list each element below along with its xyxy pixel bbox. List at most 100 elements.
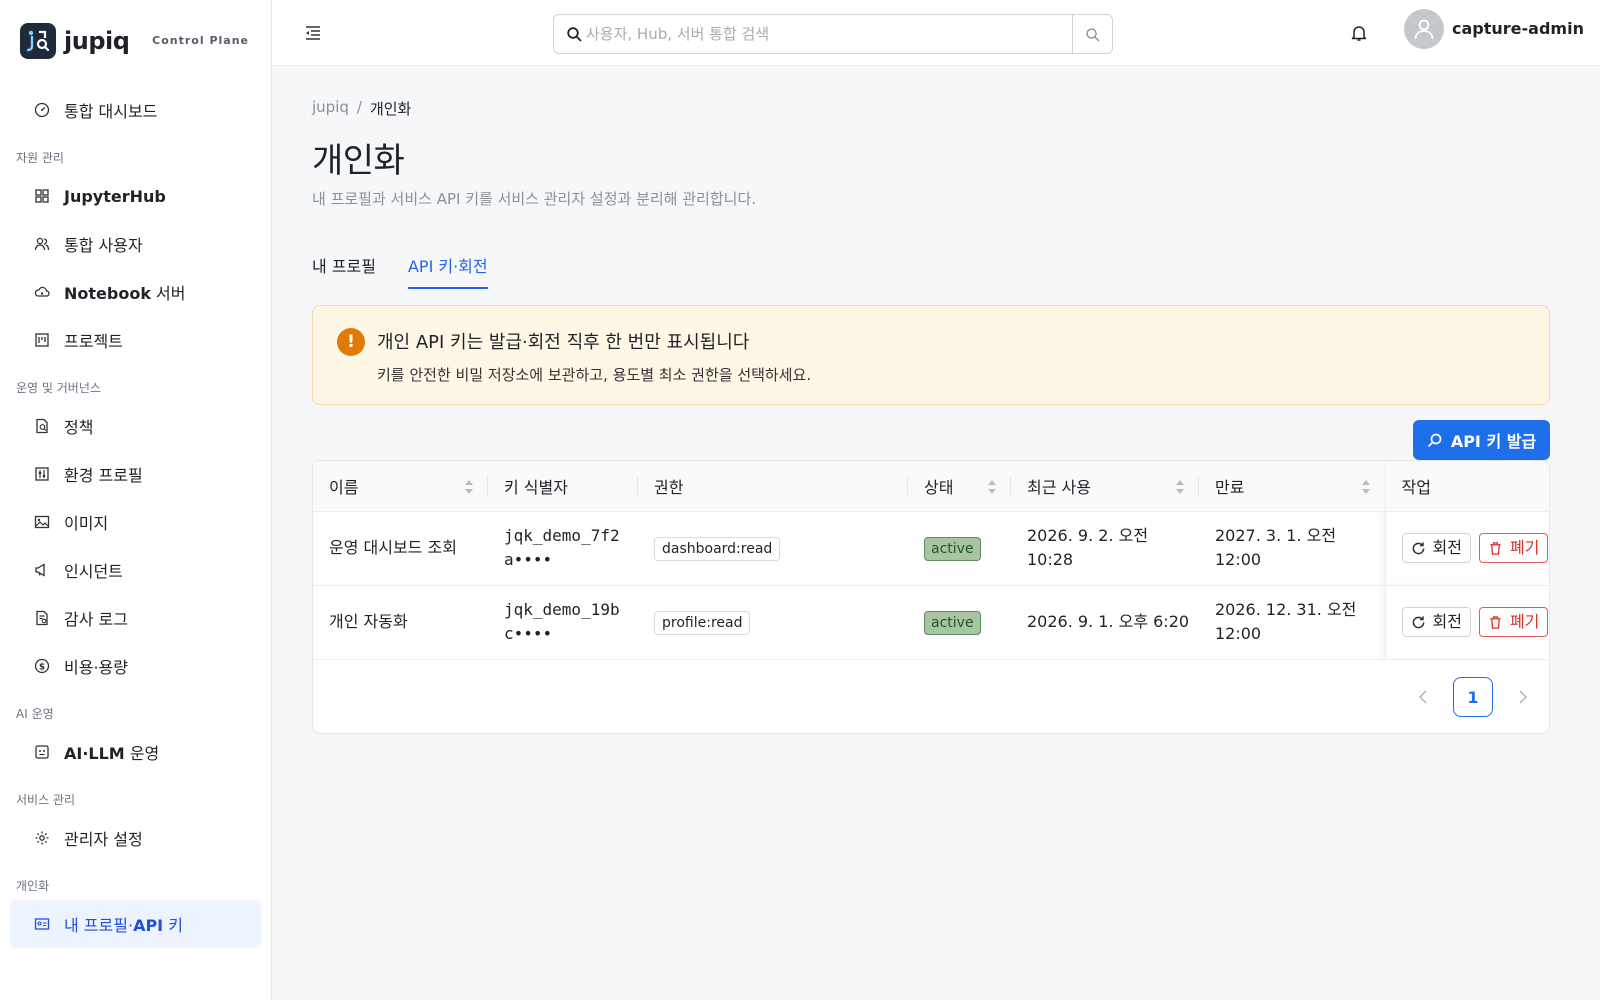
date-line: 12:00: [1215, 550, 1262, 569]
gear-icon: [35, 831, 49, 845]
status-badge: active: [924, 610, 981, 635]
brand[interactable]: jupiq Control Plane: [0, 0, 271, 82]
sidebar-item-label: 프로젝트: [64, 332, 123, 351]
next-page-button[interactable]: [1507, 681, 1539, 713]
column-header-actions: 작업: [1384, 461, 1549, 512]
sidebar-item-projects[interactable]: 프로젝트: [0, 316, 271, 364]
breadcrumb-current: 개인화: [369, 100, 412, 118]
notebook-label-bold: Notebook: [64, 284, 151, 303]
key-status-cell: active: [908, 585, 1011, 660]
revoke-label: 폐기: [1509, 612, 1540, 631]
column-header-last-used[interactable]: 최근 사용: [1011, 461, 1199, 512]
sidebar-item-ai-llm[interactable]: AI·LLM 운영: [0, 728, 271, 776]
sidebar-item-policy[interactable]: 정책: [0, 402, 271, 450]
column-header-key-id: 키 식별자: [488, 461, 638, 512]
column-header-status[interactable]: 상태: [908, 461, 1011, 512]
sidebar-item-env-profile[interactable]: 환경 프로필: [0, 450, 271, 498]
sidebar-item-users[interactable]: 통합 사용자: [0, 220, 271, 268]
policy-doc-icon: [36, 418, 48, 434]
revoke-label: 폐기: [1509, 538, 1540, 557]
sidebar-item-audit[interactable]: 감사 로그: [0, 594, 271, 642]
rotate-icon: [1412, 615, 1424, 628]
column-header-expires[interactable]: 만료: [1199, 461, 1385, 512]
section-personal: 개인화: [16, 878, 50, 893]
key-id-line: a••••: [504, 550, 553, 569]
user-name[interactable]: capture-admin: [1452, 19, 1584, 38]
notebook-label-rest: 서버: [150, 284, 186, 303]
revoke-button[interactable]: 폐기: [1478, 533, 1549, 563]
date-line: 2026. 12. 31. 오전: [1215, 600, 1357, 619]
column-label: 작업: [1401, 477, 1431, 497]
sidebar-item-cost[interactable]: $ 비용·용량: [0, 642, 271, 690]
warning-icon: !: [337, 328, 365, 356]
sliders-icon: [35, 467, 49, 481]
sidebar-item-notebook[interactable]: Notebook 서버: [0, 268, 271, 316]
key-expires: 2026. 12. 31. 오전 12:00: [1199, 585, 1385, 660]
search-input[interactable]: [586, 25, 1072, 43]
bell-icon[interactable]: [1350, 24, 1368, 42]
sidebar-item-label: 환경 프로필: [64, 466, 143, 485]
key-name: 개인 자동화: [313, 585, 488, 660]
section-ops: 운영 및 거버넌스: [16, 380, 101, 395]
date-line: 12:00: [1215, 624, 1262, 643]
ai-llm-label-bold: AI·LLM: [64, 744, 125, 763]
megaphone-icon: [35, 563, 45, 577]
revoke-button[interactable]: 폐기: [1478, 607, 1549, 637]
sidebar-item-dashboard[interactable]: 통합 대시보드: [0, 86, 271, 134]
sidebar-item-label: 정책: [64, 418, 94, 437]
tab-bar: 내 프로필 API 키·회전: [312, 253, 1550, 289]
brand-name: jupiq: [64, 27, 130, 55]
sort-icon[interactable]: [987, 479, 997, 495]
sidebar-item-my-profile[interactable]: 내 프로필·API 키: [10, 900, 261, 948]
page-number-current[interactable]: 1: [1453, 677, 1493, 717]
top-header: capture-admin: [272, 0, 1600, 66]
table-row: 개인 자동화 jqk_demo_19b c•••• profile:read ac…: [313, 585, 1549, 660]
search-button[interactable]: [1072, 15, 1112, 53]
sidebar-item-incidents[interactable]: 인시던트: [0, 546, 271, 594]
rotate-button[interactable]: 회전: [1401, 607, 1471, 637]
sort-icon[interactable]: [1361, 479, 1371, 495]
gauge-icon: [34, 102, 50, 118]
key-id-line: jqk_demo_7f2: [504, 526, 620, 545]
avatar[interactable]: [1404, 9, 1444, 49]
key-id-line: c••••: [504, 624, 553, 643]
column-header-name[interactable]: 이름: [313, 461, 488, 512]
tab-api-keys[interactable]: API 키·회전: [407, 253, 488, 289]
sort-icon[interactable]: [1175, 479, 1185, 495]
issue-api-key-label: API 키 발급: [1450, 432, 1537, 451]
key-status-cell: active: [908, 511, 1011, 586]
column-header-permission: 권한: [638, 461, 908, 512]
breadcrumb-root[interactable]: jupiq: [312, 98, 349, 119]
prev-page-button[interactable]: [1407, 681, 1439, 713]
date-line: 10:28: [1027, 550, 1074, 569]
breadcrumb: jupiq / 개인화: [312, 98, 1550, 119]
rotate-button[interactable]: 회전: [1401, 533, 1471, 563]
menu-collapse-icon[interactable]: [304, 24, 322, 42]
table-row: 운영 대시보드 조회 jqk_demo_7f2 a•••• dashboard:r…: [313, 511, 1549, 586]
cloud-icon: [34, 286, 50, 297]
sidebar-item-label: Notebook 서버: [64, 280, 186, 304]
column-label: 최근 사용: [1027, 477, 1091, 497]
issue-api-key-button[interactable]: API 키 발급: [1413, 420, 1550, 460]
sidebar-item-images[interactable]: 이미지: [0, 498, 271, 546]
date-line: 2026. 9. 2. 오전: [1027, 526, 1149, 545]
sidebar-item-admin-settings[interactable]: 관리자 설정: [0, 814, 271, 862]
search-icon: [1427, 433, 1442, 447]
jupiq-logo-icon: [20, 23, 56, 59]
my-profile-label-pre: 내 프로필·: [64, 916, 134, 935]
ai-llm-label-rest: 운영: [124, 744, 160, 763]
key-name: 운영 대시보드 조회: [313, 511, 488, 586]
pagination: 1: [1407, 677, 1539, 717]
key-expires: 2027. 3. 1. 오전 12:00: [1199, 511, 1385, 586]
key-last-used: 2026. 9. 1. 오후 6:20: [1011, 585, 1199, 660]
permission-tag: dashboard:read: [654, 536, 781, 561]
sort-icon[interactable]: [464, 479, 474, 495]
rotate-label: 회전: [1432, 612, 1462, 631]
tab-my-profile[interactable]: 내 프로필: [312, 253, 376, 289]
key-identifier: jqk_demo_19b c••••: [488, 585, 638, 660]
key-actions: 회전 폐기: [1384, 511, 1549, 586]
column-label: 상태: [924, 477, 954, 497]
sidebar-item-label: 이미지: [64, 514, 109, 533]
key-actions: 회전 폐기: [1384, 585, 1549, 660]
sidebar-item-jupyterhub[interactable]: JupyterHub: [0, 172, 271, 220]
